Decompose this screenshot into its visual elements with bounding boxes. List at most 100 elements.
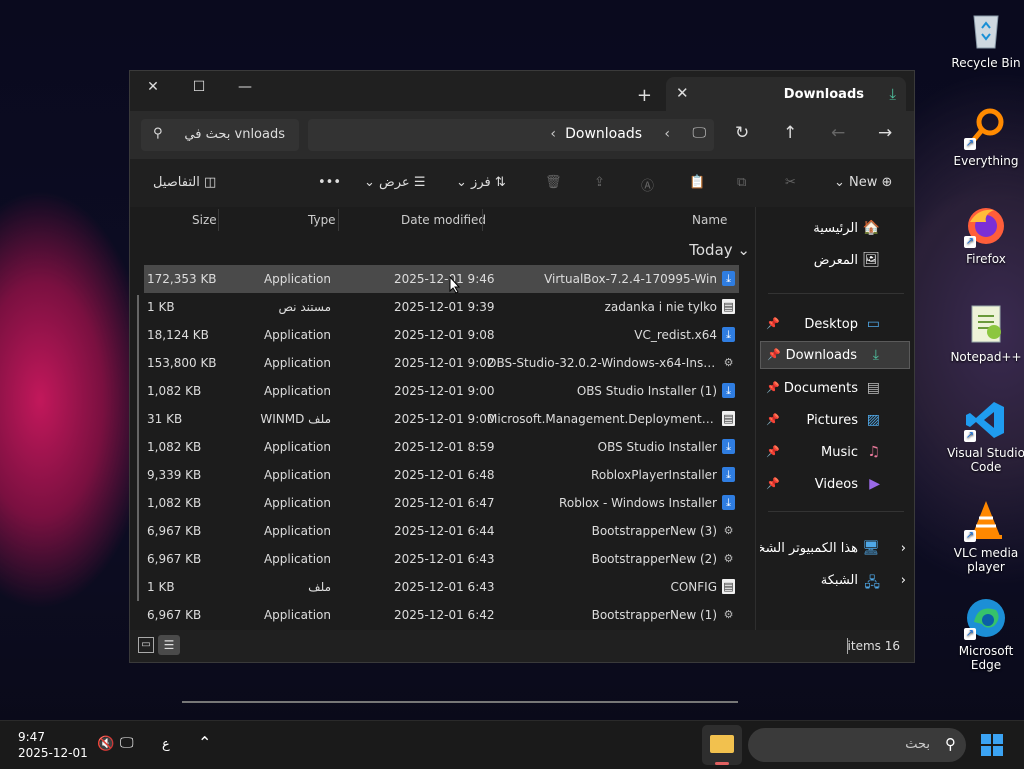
chevron-down-icon: ⌄	[834, 175, 845, 190]
pin-icon[interactable]: 📌	[766, 317, 780, 330]
maximize-button[interactable]: ☐	[176, 71, 222, 103]
chevron-right-icon[interactable]: ›	[901, 541, 906, 556]
delete-button[interactable]: 🗑	[545, 175, 562, 190]
pictures-icon: ▨	[866, 412, 880, 428]
desktop-icon-recycle-bin[interactable]: Recycle Bin	[946, 8, 1024, 70]
file-size: 1 KB	[147, 580, 175, 594]
details-pane-button[interactable]: التفاصيل ◫	[153, 175, 216, 190]
breadcrumb[interactable]: ‹ Downloads ‹ 🖵	[308, 119, 714, 151]
start-button[interactable]	[980, 733, 1004, 757]
file-row[interactable]: ⚙ BootstrapperNew (1) 2025-12-01 6:42 Appli…	[144, 601, 739, 629]
paste-button[interactable]: 📋	[689, 175, 705, 190]
group-header-today[interactable]: Today ⌄	[689, 241, 750, 259]
file-row[interactable]: ⚙ BootstrapperNew (2) 2025-12-01 6:43 Appli…	[144, 545, 739, 573]
pin-icon[interactable]: 📌	[766, 445, 780, 458]
videos-icon: ▶	[869, 476, 880, 492]
file-row[interactable]: ▤ CONFIG 2025-12-01 6:43 ملف 1 KB	[144, 573, 739, 601]
details-view-button[interactable]: ☰	[158, 635, 180, 655]
file-row[interactable]: ▤ Microsoft.Management.Deployment.win... 2…	[144, 405, 739, 433]
file-type: Application	[263, 552, 331, 566]
tab-downloads[interactable]: ✕ Downloads ⤓	[666, 77, 906, 111]
back-button[interactable]: ←	[831, 123, 845, 143]
application-icon: ⤓	[722, 271, 735, 286]
chevron-left-icon[interactable]: ‹	[550, 126, 556, 142]
list-view-button[interactable]: ▭	[138, 637, 154, 653]
column-divider[interactable]	[218, 209, 219, 231]
sidebar-item-gallery[interactable]: المعرض 🖼	[760, 247, 910, 275]
sidebar-item-this-pc[interactable]: هذا الكمبيوتر الشخصي 🖥 ›	[760, 535, 910, 563]
file-row[interactable]: ⚙ BootstrapperNew (3) 2025-12-01 6:44 Appli…	[144, 517, 739, 545]
desktop-icon-everything[interactable]: ↗ Everything	[946, 106, 1024, 168]
column-divider[interactable]	[482, 209, 483, 231]
sidebar-item-downloads[interactable]: 📌 Downloads ⤓	[760, 341, 910, 369]
volume-muted-icon[interactable]: 🔇	[97, 736, 114, 752]
taskbar-search-input[interactable]: بحث ⚲	[748, 728, 966, 762]
desktop-icon-firefox[interactable]: ↗ Firefox	[946, 204, 1024, 266]
forward-button[interactable]: →	[878, 123, 892, 143]
scrollbar-vertical[interactable]	[137, 295, 139, 601]
chevron-left-icon[interactable]: ‹	[664, 126, 670, 142]
pin-icon[interactable]: 📌	[767, 348, 781, 361]
sidebar-item-desktop[interactable]: 📌 Desktop ▭	[760, 311, 910, 339]
file-date: 2025-12-01 9:46	[394, 272, 495, 286]
cut-button[interactable]: ✂	[785, 175, 796, 190]
file-row[interactable]: ⤓ Roblox - Windows Installer 2025-12-01 6:…	[144, 489, 739, 517]
desktop-icon-vscode[interactable]: ↗ Visual Studio Code	[946, 398, 1024, 474]
pin-icon[interactable]: 📌	[766, 381, 780, 394]
up-button[interactable]: ↑	[783, 123, 797, 143]
file-name: Roblox - Windows Installer	[559, 496, 717, 510]
status-divider	[847, 638, 848, 654]
sort-button[interactable]: ⌄ فرز ⇅	[456, 175, 506, 190]
desktop-icon-edge[interactable]: ↗ Microsoft Edge	[946, 596, 1024, 672]
view-button[interactable]: ⌄ عرض ☰	[364, 175, 426, 190]
file-name: OBS Studio Installer (1)	[576, 384, 717, 398]
minimize-button[interactable]: —	[222, 71, 268, 103]
pin-icon[interactable]: 📌	[766, 413, 780, 426]
desktop-icon-notepadpp[interactable]: Notepad++	[946, 302, 1024, 364]
close-button[interactable]: ✕	[130, 71, 176, 103]
chevron-right-icon[interactable]: ›	[901, 573, 906, 588]
sidebar-item-home[interactable]: الرئيسية 🏠	[760, 215, 910, 243]
sidebar-item-music[interactable]: 📌 Music ♫	[760, 439, 910, 467]
file-row[interactable]: ▤ zadanka i nie tylko 2025-12-01 9:39 مستند…	[144, 293, 739, 321]
share-button[interactable]: ⇪	[594, 175, 605, 190]
new-tab-button[interactable]: +	[637, 85, 652, 106]
file-name: BootstrapperNew (2)	[591, 552, 717, 566]
column-header-name[interactable]: Name	[692, 213, 727, 227]
file-row[interactable]: ⤓ RobloxPlayerInstaller 2025-12-01 6:48 App…	[144, 461, 739, 489]
file-row[interactable]: ⤓ OBS Studio Installer 2025-12-01 8:59 Appl…	[144, 433, 739, 461]
column-header-type[interactable]: Type	[308, 213, 336, 227]
file-name: OBS-Studio-32.0.2-Windows-x64-Installer	[487, 356, 717, 370]
column-header-date[interactable]: Date modified	[401, 213, 486, 227]
input-language[interactable]: ع	[162, 737, 170, 752]
sidebar-item-pictures[interactable]: 📌 Pictures ▨	[760, 407, 910, 435]
show-hidden-icons-button[interactable]: ⌃	[198, 733, 211, 752]
new-button[interactable]: ⌄ New ⊕	[834, 175, 892, 190]
more-button[interactable]: •••	[318, 175, 341, 190]
file-row[interactable]: ⚙ OBS-Studio-32.0.2-Windows-x64-Installer…	[144, 349, 739, 377]
sidebar-item-network[interactable]: الشبكة 🖧 ›	[760, 567, 910, 595]
breadcrumb-item-downloads[interactable]: Downloads	[565, 126, 642, 142]
file-row[interactable]: ⤓ VirtualBox-7.2.4-170995-Win 2025-12-01 9…	[144, 265, 739, 293]
search-placeholder: بحث في vnloads	[184, 127, 285, 142]
column-header-size[interactable]: Size	[192, 213, 217, 227]
scrollbar-horizontal[interactable]	[182, 701, 738, 703]
pin-icon[interactable]: 📌	[766, 477, 780, 490]
file-date: 2025-12-01 9:08	[394, 328, 495, 342]
file-row[interactable]: ⤓ OBS Studio Installer (1) 2025-12-01 9:00…	[144, 377, 739, 405]
column-divider[interactable]	[338, 209, 339, 231]
desktop-icon-vlc[interactable]: ↗ VLC media player	[946, 498, 1024, 574]
refresh-button[interactable]: ↻	[735, 123, 749, 143]
copy-button[interactable]: ⧉	[737, 175, 746, 190]
file-row[interactable]: ⤓ VC_redist.x64 2025-12-01 9:08 Application…	[144, 321, 739, 349]
search-input[interactable]: ⚲ بحث في vnloads	[141, 119, 299, 151]
rename-button[interactable]: Ⓐ	[641, 175, 654, 194]
network-icon[interactable]: 🖵	[120, 735, 134, 751]
file-size: 6,967 KB	[147, 524, 202, 538]
sidebar-item-documents[interactable]: 📌 Documents ▤	[760, 375, 910, 403]
sidebar-item-videos[interactable]: 📌 Videos ▶	[760, 471, 910, 499]
clock[interactable]: 9:47 2025-12-01	[18, 729, 88, 761]
this-pc-icon[interactable]: 🖵	[693, 125, 707, 141]
taskbar-file-explorer[interactable]	[702, 725, 742, 765]
close-tab-icon[interactable]: ✕	[676, 84, 689, 102]
